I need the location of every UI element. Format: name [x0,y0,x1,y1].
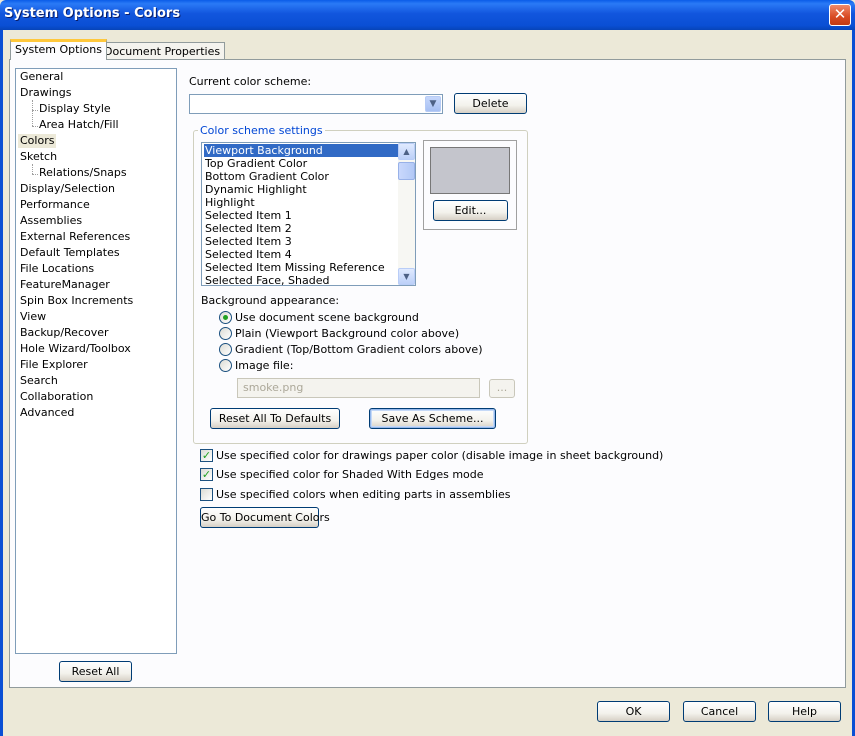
list-item[interactable]: Selected Item 1 [204,209,399,222]
tree-item-colors[interactable]: Colors [18,134,57,148]
radio-label: Image file: [235,359,294,372]
reset-all-button[interactable]: Reset All [59,661,132,682]
tree-item-general[interactable]: General [20,70,63,84]
tab-document-properties[interactable]: Document Properties [99,42,226,59]
tree-item-view[interactable]: View [20,310,46,324]
tree-item-assemblies[interactable]: Assemblies [20,214,82,228]
close-button[interactable]: ✕ [829,4,851,26]
list-scrollbar[interactable]: ▲ ▼ [398,143,415,285]
background-appearance-label: Background appearance: [201,294,340,307]
tree-item-relations-snaps[interactable]: Relations/Snaps [39,166,127,180]
options-tree[interactable]: General Drawings Display Style Area Hatc… [15,68,177,654]
checkbox[interactable] [200,488,213,501]
ok-button[interactable]: OK [597,701,670,722]
chevron-up-icon[interactable]: ▲ [398,143,415,160]
tree-item-sketch[interactable]: Sketch [20,150,57,164]
delete-button[interactable]: Delete [454,93,527,114]
scheme-combo[interactable]: ▼ [189,94,443,114]
window-title: System Options - Colors [4,6,181,21]
tree-item-display-style[interactable]: Display Style [39,102,111,116]
scroll-thumb[interactable] [398,162,415,180]
help-button[interactable]: Help [768,701,841,722]
image-file-input[interactable]: smoke.png [237,378,480,398]
list-item[interactable]: Viewport Background [204,144,399,157]
list-item[interactable]: Selected Item 2 [204,222,399,235]
tree-item-drawings[interactable]: Drawings [20,86,71,100]
tree-connector [32,174,38,175]
close-icon: ✕ [833,5,847,23]
window-frame-left [0,30,3,736]
tree-item-advanced[interactable]: Advanced [20,406,74,420]
radio-label: Gradient (Top/Bottom Gradient colors abo… [235,343,483,356]
list-item[interactable]: Top Gradient Color [204,157,399,170]
radio-label: Plain (Viewport Background color above) [235,327,460,340]
chevron-down-icon[interactable]: ▼ [425,96,441,112]
tab-system-options[interactable]: System Options [10,39,107,60]
tree-connector [32,110,38,111]
tree-connector [32,100,33,126]
checkbox[interactable]: ✓ [200,449,213,462]
color-item-list[interactable]: Viewport Background Top Gradient Color B… [201,142,416,286]
browse-button[interactable]: ... [489,379,515,398]
radio-button[interactable] [219,359,232,372]
radio-button[interactable] [219,311,232,324]
tree-item-spin-box-increments[interactable]: Spin Box Increments [20,294,133,308]
scheme-label: Current color scheme: [189,75,312,88]
tree-item-performance[interactable]: Performance [20,198,90,212]
cancel-button[interactable]: Cancel [683,701,756,722]
checkbox-label: Use specified color for Shaded With Edge… [216,468,484,481]
list-item[interactable]: Dynamic Highlight [204,183,399,196]
tree-item-display-selection[interactable]: Display/Selection [20,182,115,196]
color-preview-frame: Edit... [423,140,517,230]
list-item[interactable]: Selected Item Missing Reference [204,261,399,274]
save-as-scheme-button[interactable]: Save As Scheme... [369,408,496,429]
edit-color-button[interactable]: Edit... [433,200,508,221]
chevron-down-icon[interactable]: ▼ [398,268,415,285]
tree-item-default-templates[interactable]: Default Templates [20,246,120,260]
reset-to-defaults-button[interactable]: Reset All To Defaults [210,408,340,429]
tree-item-area-hatch-fill[interactable]: Area Hatch/Fill [39,118,119,132]
list-item[interactable]: Highlight [204,196,399,209]
radio-button[interactable] [219,327,232,340]
list-item[interactable]: Selected Item 4 [204,248,399,261]
tree-item-featuremanager[interactable]: FeatureManager [20,278,110,292]
tree-item-file-locations[interactable]: File Locations [20,262,94,276]
tree-item-file-explorer[interactable]: File Explorer [20,358,88,372]
checkbox-label: Use specified colors when editing parts … [216,488,511,501]
tree-connector [32,126,38,127]
tree-item-search[interactable]: Search [20,374,58,388]
go-to-document-colors-button[interactable]: Go To Document Colors [200,507,330,528]
checkbox[interactable]: ✓ [200,468,213,481]
radio-label: Use document scene background [235,311,419,324]
tree-connector [32,164,33,174]
list-item[interactable]: Selected Item 3 [204,235,399,248]
tree-item-external-references[interactable]: External References [20,230,130,244]
radio-button[interactable] [219,343,232,356]
list-item[interactable]: Bottom Gradient Color [204,170,399,183]
tree-item-hole-wizard-toolbox[interactable]: Hole Wizard/Toolbox [20,342,131,356]
tree-item-backup-recover[interactable]: Backup/Recover [20,326,109,340]
checkbox-label: Use specified color for drawings paper c… [216,449,664,462]
tree-item-collaboration[interactable]: Collaboration [20,390,93,404]
color-swatch [430,147,510,194]
color-scheme-settings-legend: Color scheme settings [198,124,325,137]
list-item[interactable]: Selected Face, Shaded [204,274,399,285]
